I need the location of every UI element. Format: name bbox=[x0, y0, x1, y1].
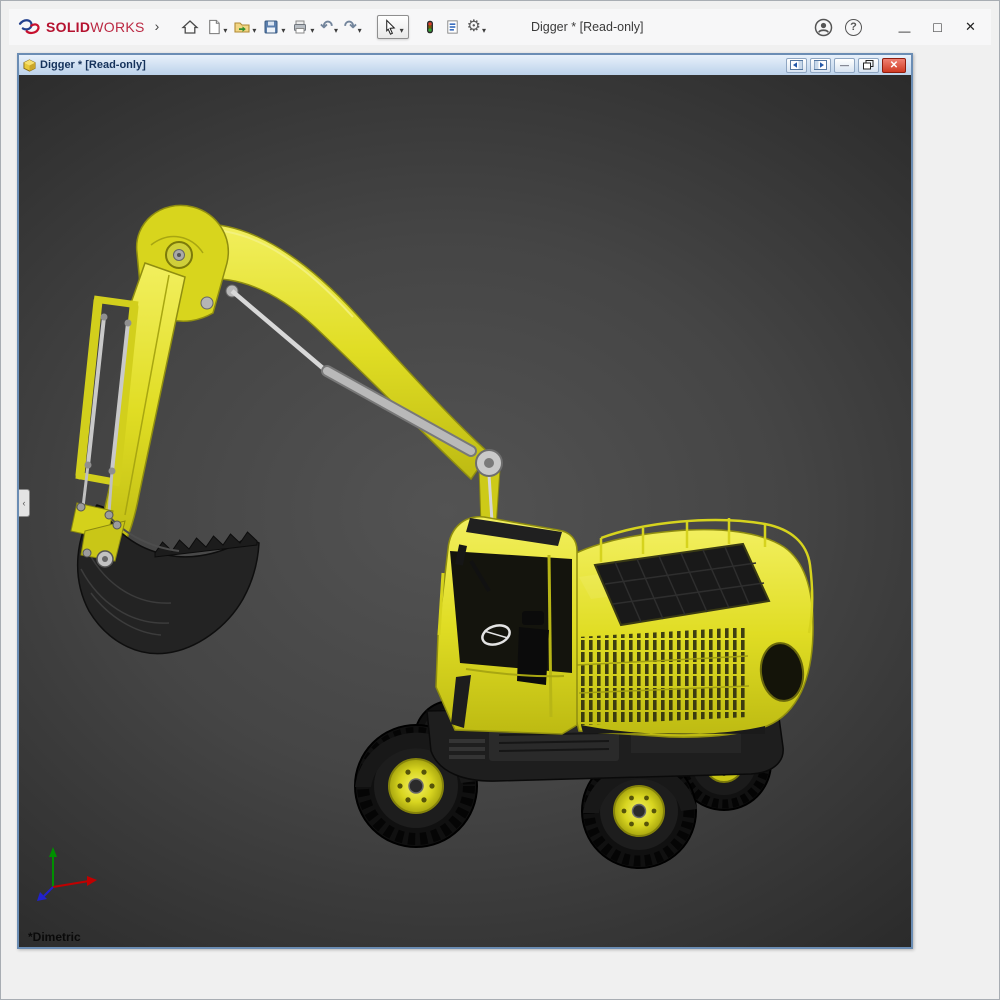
document-window-controls: — ✕ bbox=[786, 58, 907, 73]
open-folder-icon bbox=[233, 18, 251, 36]
options-button[interactable]: ⚙ ▾ bbox=[464, 16, 489, 38]
home-icon bbox=[181, 18, 199, 36]
doc-restore-button[interactable] bbox=[858, 58, 879, 73]
dropdown-arrow-icon[interactable]: ▾ bbox=[334, 27, 338, 35]
restore-icon bbox=[863, 60, 874, 70]
reference-triad bbox=[37, 847, 97, 901]
pane-right-icon bbox=[814, 60, 827, 70]
file-properties-button[interactable] bbox=[441, 15, 464, 39]
save-button[interactable]: ▾ bbox=[259, 15, 288, 39]
part-document-icon bbox=[23, 59, 36, 72]
rebuild-button[interactable] bbox=[419, 15, 441, 39]
document-titlebar[interactable]: Digger * [Read-only] — bbox=[19, 55, 911, 75]
pane-left-icon bbox=[790, 60, 803, 70]
help-icon[interactable]: ? bbox=[845, 19, 862, 36]
close-button[interactable]: ✕ bbox=[954, 11, 987, 43]
3ds-logo-mark bbox=[17, 19, 42, 36]
open-button[interactable]: ▾ bbox=[230, 15, 259, 39]
file-properties-icon bbox=[444, 18, 461, 36]
select-tool-button[interactable]: ▾ bbox=[377, 15, 409, 39]
rebuild-stoplight-icon bbox=[422, 18, 438, 36]
print-button[interactable]: ▾ bbox=[288, 15, 317, 39]
print-icon bbox=[291, 18, 309, 36]
main-titlebar[interactable]: SOLIDWORKS › ▾ ▾ bbox=[9, 9, 991, 45]
doc-minimize-button[interactable]: — bbox=[834, 58, 855, 73]
quick-access-toolbar: ▾ ▾ ▾ bbox=[178, 15, 489, 39]
new-document-button[interactable]: ▾ bbox=[202, 15, 230, 39]
select-cursor-icon bbox=[382, 18, 399, 36]
pane-left-button[interactable] bbox=[786, 58, 807, 73]
graphics-viewport[interactable]: ‹ *Dimetric bbox=[19, 75, 911, 947]
document-window: Digger * [Read-only] — bbox=[17, 53, 913, 949]
collapse-arrow-icon: ‹ bbox=[23, 498, 26, 508]
dropdown-arrow-icon[interactable]: ▾ bbox=[482, 27, 486, 35]
undo-button[interactable]: ↶ ▾ bbox=[317, 16, 341, 38]
boom-assembly bbox=[71, 205, 502, 653]
window-controls: — □ ✕ bbox=[888, 11, 987, 43]
maximize-button[interactable]: □ bbox=[921, 11, 954, 43]
pane-right-button[interactable] bbox=[810, 58, 831, 73]
solidworks-logo: SOLIDWORKS bbox=[13, 19, 149, 36]
undo-icon: ↶ bbox=[320, 19, 333, 35]
dropdown-arrow-icon[interactable]: ▾ bbox=[281, 27, 285, 35]
view-orientation-label: *Dimetric bbox=[28, 930, 81, 944]
dropdown-arrow-icon[interactable]: ▾ bbox=[358, 27, 362, 35]
redo-button[interactable]: ↷ ▾ bbox=[341, 16, 365, 38]
excavator-model[interactable] bbox=[19, 75, 911, 947]
dropdown-arrow-icon[interactable]: ▾ bbox=[310, 27, 314, 35]
options-gear-icon: ⚙ bbox=[467, 19, 481, 35]
doc-close-button[interactable]: ✕ bbox=[882, 58, 906, 73]
toolbar-expand-chevron[interactable]: › bbox=[149, 18, 169, 36]
cab bbox=[436, 517, 577, 734]
minimize-button[interactable]: — bbox=[888, 11, 921, 43]
user-account-icon[interactable] bbox=[814, 18, 833, 37]
dropdown-arrow-icon[interactable]: ▾ bbox=[252, 27, 256, 35]
brand-name: SOLIDWORKS bbox=[46, 19, 145, 35]
new-document-icon bbox=[205, 18, 222, 36]
dropdown-arrow-icon[interactable]: ▾ bbox=[400, 27, 404, 35]
featuremanager-collapse-tab[interactable]: ‹ bbox=[19, 489, 30, 517]
document-title: Digger * [Read-only] bbox=[40, 59, 146, 71]
active-document-title: Digger * [Read-only] bbox=[531, 20, 644, 34]
solidworks-window: SOLIDWORKS › ▾ ▾ bbox=[0, 0, 1000, 1000]
save-icon bbox=[262, 18, 280, 36]
engine-house bbox=[559, 518, 813, 737]
redo-icon: ↷ bbox=[344, 19, 357, 35]
dropdown-arrow-icon[interactable]: ▾ bbox=[223, 27, 227, 35]
home-button[interactable] bbox=[178, 15, 202, 39]
titlebar-right-cluster: ? — □ ✕ bbox=[814, 11, 987, 43]
